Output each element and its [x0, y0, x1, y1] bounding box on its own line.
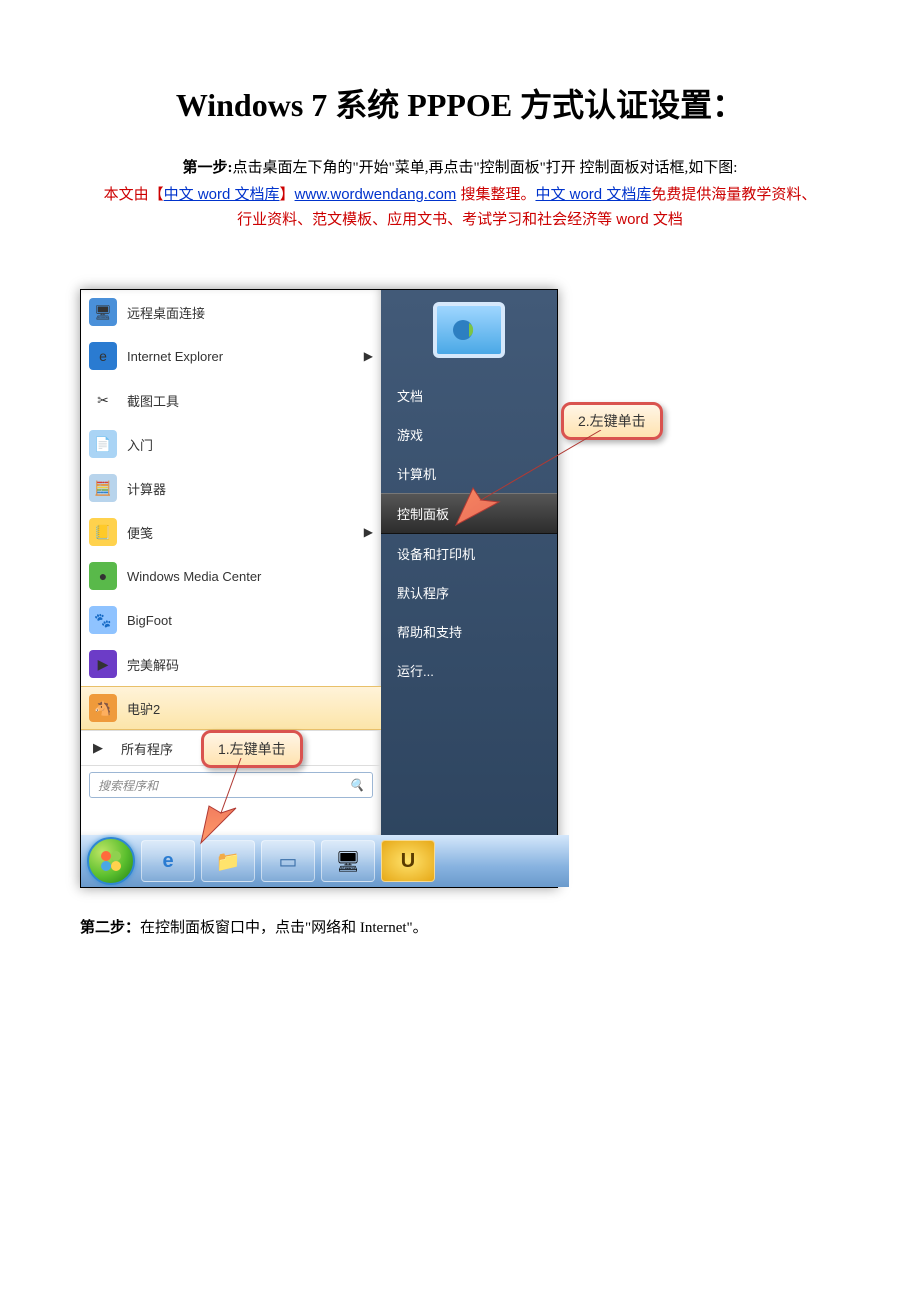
- program-label: 便笺: [127, 523, 153, 542]
- emule-icon: 🐴: [89, 694, 117, 722]
- wendang-url[interactable]: www.wordwendang.com: [295, 186, 457, 203]
- triangle-icon: ▶: [93, 740, 103, 756]
- step1-label: 第一步:: [183, 160, 233, 176]
- taskbar-app-icon[interactable]: 🖥: [321, 840, 375, 882]
- right-item-5[interactable]: 默认程序: [381, 573, 557, 612]
- right-item-0[interactable]: 文档: [381, 376, 557, 415]
- taskbar-ie-icon[interactable]: e: [141, 840, 195, 882]
- program-item-1[interactable]: e Internet Explorer ▶: [81, 334, 381, 378]
- search-icon: 🔍: [349, 778, 364, 792]
- snipping-icon: ✂: [89, 386, 117, 414]
- program-label: BigFoot: [127, 613, 172, 628]
- remote-desktop-icon: 🖥: [89, 298, 117, 326]
- program-label: Windows Media Center: [127, 569, 261, 584]
- right-item-3[interactable]: 控制面板: [381, 493, 557, 534]
- start-button[interactable]: [87, 837, 135, 885]
- callout-1: 1.左键单击: [201, 730, 303, 768]
- user-picture[interactable]: [433, 302, 505, 358]
- program-item-6[interactable]: ● Windows Media Center: [81, 554, 381, 598]
- program-item-9[interactable]: 🐴 电驴2: [81, 686, 381, 730]
- right-item-6[interactable]: 帮助和支持: [381, 612, 557, 651]
- decoder-icon: ▶: [89, 650, 117, 678]
- step2-text: 在控制面板窗口中，点击"网络和 Internet"。: [140, 920, 428, 936]
- step1-line: 第一步:点击桌面左下角的"开始"菜单,再点击"控制面板"打开 控制面板对话框,如…: [80, 156, 840, 177]
- program-item-7[interactable]: 🐾 BigFoot: [81, 598, 381, 642]
- taskbar-ue-icon[interactable]: U: [381, 840, 435, 882]
- program-label: 远程桌面连接: [127, 303, 205, 322]
- start-menu-right-panel: 文档游戏计算机控制面板设备和打印机默认程序帮助和支持运行...: [381, 290, 557, 835]
- right-item-7[interactable]: 运行...: [381, 651, 557, 690]
- right-item-1[interactable]: 游戏: [381, 415, 557, 454]
- sticky-notes-icon: 📒: [89, 518, 117, 546]
- taskbar-window-icon[interactable]: ▭: [261, 840, 315, 882]
- program-item-8[interactable]: ▶ 完美解码: [81, 642, 381, 686]
- submenu-arrow-icon: ▶: [364, 349, 373, 363]
- program-label: 截图工具: [127, 391, 179, 410]
- search-placeholder: 搜索程序和: [98, 777, 158, 794]
- all-programs-label: 所有程序: [121, 739, 173, 758]
- program-label: 完美解码: [127, 655, 179, 674]
- program-item-4[interactable]: 🧮 计算器: [81, 466, 381, 510]
- program-item-0[interactable]: 🖥 远程桌面连接: [81, 290, 381, 334]
- program-item-3[interactable]: 📄 入门: [81, 422, 381, 466]
- step2-line: 第二步：在控制面板窗口中，点击"网络和 Internet"。: [80, 916, 840, 937]
- attribution-line1: 本文由【中文 word 文档库】www.wordwendang.com 搜集整理…: [80, 183, 840, 204]
- attribution-line2: 行业资料、范文模板、应用文书、考试学习和社会经济等 word 文档: [80, 208, 840, 229]
- search-input[interactable]: 搜索程序和 🔍: [89, 772, 373, 798]
- bigfoot-icon: 🐾: [89, 606, 117, 634]
- taskbar: e 📁 ▭ 🖥 U: [81, 835, 569, 887]
- start-menu-screenshot: 🖥 远程桌面连接 e Internet Explorer ▶ ✂ 截图工具 📄 入门 🧮 计算器 📒 便…: [80, 289, 558, 888]
- program-label: 计算器: [127, 479, 166, 498]
- step1-text: 点击桌面左下角的"开始"菜单,再点击"控制面板"打开 控制面板对话框,如下图:: [233, 160, 738, 176]
- right-item-4[interactable]: 设备和打印机: [381, 534, 557, 573]
- step2-label: 第二步：: [80, 920, 140, 936]
- program-label: 入门: [127, 435, 153, 454]
- program-item-2[interactable]: ✂ 截图工具: [81, 378, 381, 422]
- right-item-2[interactable]: 计算机: [381, 454, 557, 493]
- ie-icon: e: [89, 342, 117, 370]
- program-item-5[interactable]: 📒 便笺 ▶: [81, 510, 381, 554]
- document-title: Windows 7 系统 PPPOE 方式认证设置：: [80, 80, 840, 126]
- taskbar-explorer-icon[interactable]: 📁: [201, 840, 255, 882]
- calculator-icon: 🧮: [89, 474, 117, 502]
- media-center-icon: ●: [89, 562, 117, 590]
- program-label: 电驴2: [127, 699, 160, 718]
- callout-2: 2.左键单击: [561, 402, 663, 440]
- wendang-link-1[interactable]: 中文 word 文档库: [164, 186, 280, 203]
- program-label: Internet Explorer: [127, 349, 223, 364]
- getting-started-icon: 📄: [89, 430, 117, 458]
- wendang-link-2[interactable]: 中文 word 文档库: [535, 186, 651, 203]
- submenu-arrow-icon: ▶: [364, 525, 373, 539]
